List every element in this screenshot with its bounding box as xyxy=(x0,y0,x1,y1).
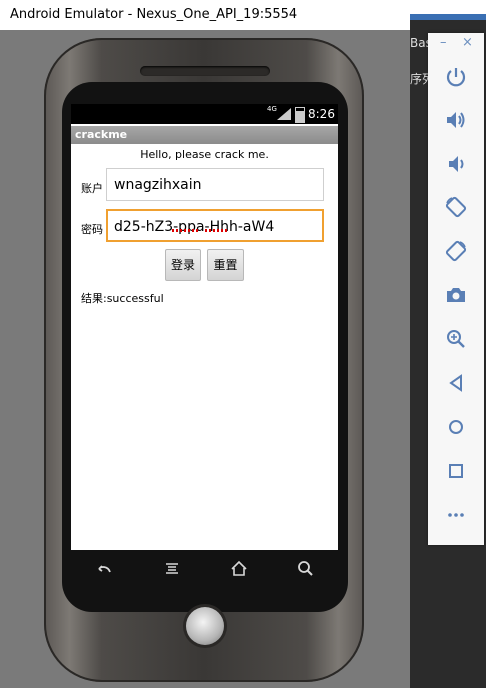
volume-up-icon[interactable] xyxy=(444,108,468,132)
rotate-right-icon[interactable] xyxy=(444,239,468,263)
device-screen: 4G 8:26 crackme Hello, please crack me. … xyxy=(71,104,338,550)
clock: 8:26 xyxy=(308,107,335,121)
power-icon[interactable] xyxy=(444,65,468,89)
hello-text: Hello, please crack me. xyxy=(140,148,269,161)
network-type: 4G xyxy=(267,105,277,113)
trackball-button[interactable] xyxy=(186,607,224,645)
search-icon[interactable] xyxy=(295,558,317,580)
app-title: crackme xyxy=(75,128,128,141)
account-input[interactable]: wnagzihxain xyxy=(106,168,324,201)
action-bar: crackme xyxy=(71,126,338,144)
earpiece-speaker xyxy=(140,66,270,76)
home-icon[interactable] xyxy=(444,415,468,439)
result-text: 结果:successful xyxy=(81,292,164,305)
more-icon[interactable] xyxy=(444,503,468,527)
minimize-button[interactable]: – xyxy=(440,35,447,50)
emulator-window: Android Emulator - Nexus_One_API_19:5554… xyxy=(0,0,410,688)
status-bar: 4G 8:26 xyxy=(71,104,338,124)
window-title: Android Emulator - Nexus_One_API_19:5554 xyxy=(10,7,298,22)
signal-icon xyxy=(277,108,291,120)
login-button[interactable]: 登录 xyxy=(165,249,201,281)
background-window-titlebar xyxy=(410,0,486,14)
back-icon[interactable] xyxy=(444,371,468,395)
battery-icon xyxy=(295,107,305,123)
account-label: 账户 xyxy=(81,182,103,195)
volume-down-icon[interactable] xyxy=(444,152,468,176)
spellcheck-underline xyxy=(205,229,227,232)
window-titlebar[interactable]: Android Emulator - Nexus_One_API_19:5554 xyxy=(0,0,410,30)
emulator-toolbar: – × xyxy=(428,33,484,545)
password-input[interactable]: d25-hZ3-ppa-Hhh-aW4 xyxy=(106,209,324,242)
camera-icon[interactable] xyxy=(444,283,468,307)
close-button[interactable]: × xyxy=(462,35,473,50)
home-icon[interactable] xyxy=(228,558,250,580)
background-window-stripe xyxy=(410,14,486,20)
rotate-left-icon[interactable] xyxy=(444,195,468,219)
back-icon[interactable] xyxy=(93,558,115,580)
password-label: 密码 xyxy=(81,223,103,236)
spellcheck-underline xyxy=(172,229,200,232)
zoom-icon[interactable] xyxy=(444,327,468,351)
reset-button[interactable]: 重置 xyxy=(207,249,244,281)
overview-icon[interactable] xyxy=(444,459,468,483)
menu-icon[interactable] xyxy=(161,558,183,580)
